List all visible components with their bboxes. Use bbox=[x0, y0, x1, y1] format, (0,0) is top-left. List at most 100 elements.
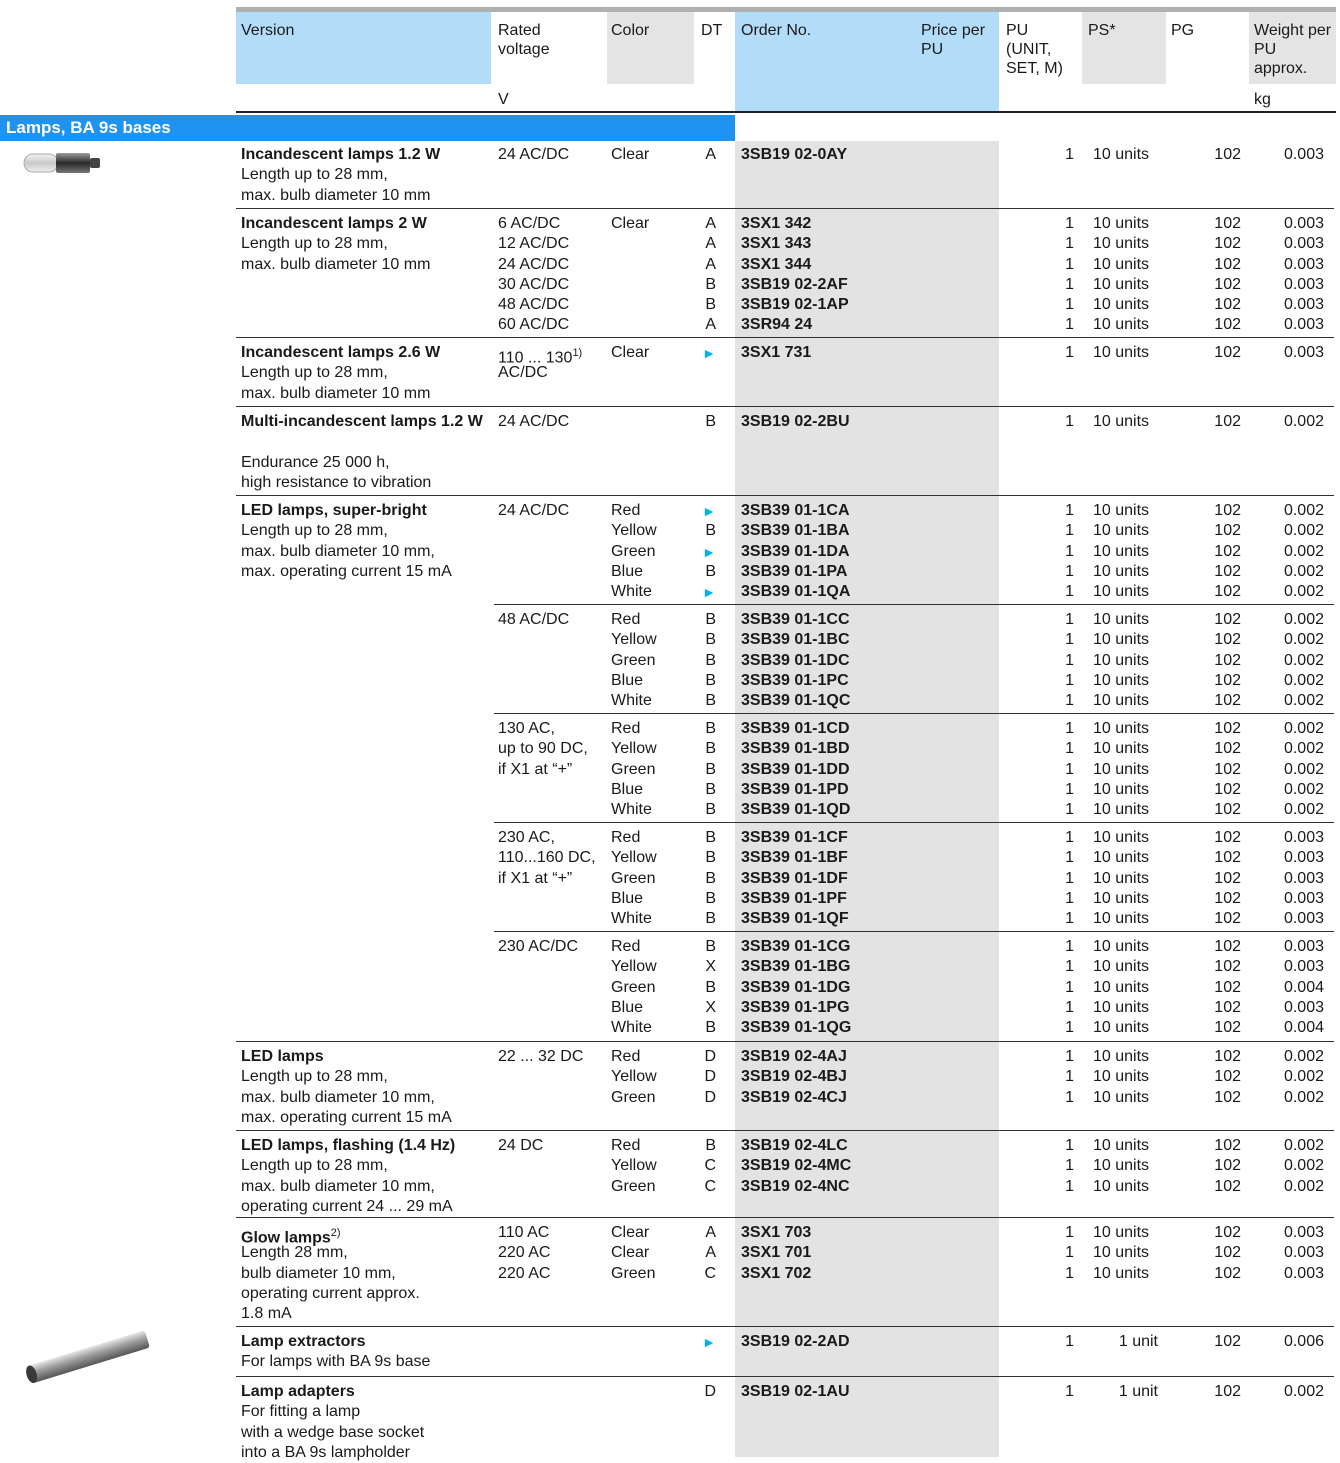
pg-value: 102 bbox=[1214, 1382, 1241, 1402]
weight-value-line: 0.002 bbox=[1283, 1088, 1324, 1106]
pg-value-line: 102 bbox=[1214, 1264, 1241, 1282]
pu-value-line: 1 bbox=[1065, 671, 1074, 689]
rated-voltage-line: 130 AC, bbox=[498, 720, 555, 737]
order-number-line: 3SB39 01-1PC bbox=[741, 671, 849, 689]
delivery-time-line: B bbox=[705, 611, 716, 628]
pu-value: 1 1 1 bbox=[1065, 1136, 1074, 1197]
delivery-time-line: A bbox=[705, 1224, 716, 1241]
pu-value: 1 1 1 bbox=[1065, 1223, 1074, 1284]
ps-value: 10 units 10 units 10 units bbox=[1093, 1047, 1149, 1108]
order-number-line: 3SX1 344 bbox=[741, 255, 812, 273]
order-number: 3SB19 02-4AJ 3SB19 02-4BJ 3SB19 02-4CJ bbox=[741, 1047, 847, 1108]
weight-value-line: 0.002 bbox=[1283, 1383, 1324, 1400]
lamp-color-line: Yellow bbox=[611, 1068, 657, 1086]
ps-value-line: 10 units bbox=[1093, 869, 1150, 887]
lamp-color-line: Red bbox=[611, 502, 641, 519]
weight-value-line: 0.002 bbox=[1283, 631, 1324, 649]
footnote-ref: 1) bbox=[572, 347, 583, 359]
pg-value-line: 102 bbox=[1214, 413, 1241, 430]
order-number-line: 3SB39 01-1QC bbox=[741, 692, 851, 710]
pu-value: 1 bbox=[1065, 412, 1074, 432]
order-number: 3SB19 02-2AD bbox=[741, 1332, 850, 1352]
product-description: Length up to 28 mm, max. bulb diameter 10… bbox=[241, 234, 430, 275]
delivery-time-line: B bbox=[705, 978, 716, 996]
product-description-line: max. bulb diameter 10 mm bbox=[241, 384, 431, 402]
pu-value: 1 1 1 1 1 bbox=[1065, 610, 1074, 711]
pu-value-line: 1 bbox=[1065, 146, 1074, 163]
pg-value: 102 102 102 102 102 bbox=[1214, 610, 1241, 711]
rated-voltage: 230 AC/DC bbox=[498, 937, 578, 957]
ps-value: 1 unit bbox=[1119, 1332, 1158, 1352]
product-title: Incandescent lamps 2.6 W bbox=[241, 343, 491, 363]
delivery-time: ► bbox=[702, 343, 716, 363]
ps-value-line: 10 units bbox=[1093, 958, 1150, 976]
pg-value: 102 102 102 102 102 bbox=[1214, 501, 1241, 602]
weight-value-line: 0.002 bbox=[1283, 651, 1324, 669]
ps-value: 10 units 10 units 10 units 10 units 10 units bbox=[1093, 937, 1149, 1038]
order-number-line: 3SB39 01-1QF bbox=[741, 910, 849, 928]
delivery-time: ► bbox=[702, 1332, 716, 1352]
delivery-time-line: B bbox=[705, 780, 716, 798]
weight-value: 0.002 bbox=[1284, 412, 1324, 432]
pg-value-line: 102 bbox=[1214, 235, 1241, 253]
product-title: Incandescent lamps 2 W bbox=[241, 214, 491, 234]
pu-value-line: 1 bbox=[1065, 692, 1074, 710]
pg-value-line: 102 bbox=[1214, 522, 1241, 540]
ps-value: 10 units 10 units 10 units 10 units 10 units bbox=[1093, 610, 1149, 711]
rated-voltage: 230 AC, 110...160 DC, if X1 at “+” bbox=[498, 828, 596, 889]
ps-value-line: 10 units bbox=[1093, 801, 1150, 819]
delivery-time: BXBXB bbox=[705, 937, 716, 1038]
product-description-line: operating current approx. bbox=[241, 1284, 420, 1302]
pg-value: 102 bbox=[1214, 412, 1241, 432]
delivery-time-line: A bbox=[705, 255, 716, 273]
weight-value: 0.003 0.003 0.003 0.003 0.003 0.003 bbox=[1284, 214, 1324, 336]
header-ps: PS* bbox=[1088, 22, 1116, 39]
pg-value: 102 102 102 bbox=[1214, 1136, 1241, 1197]
lamp-color-line: Green bbox=[611, 978, 656, 996]
product-description: Length 28 mm, bulb diameter 10 mm, operati… bbox=[241, 1243, 420, 1324]
delivery-time-line: B bbox=[705, 1137, 716, 1154]
rated-voltage-line: 110...160 DC, bbox=[498, 849, 596, 867]
product-description-line: max. bulb diameter 10 mm, bbox=[241, 1177, 435, 1195]
order-number: 3SX1 731 bbox=[741, 343, 811, 363]
pu-value: 1 1 1 1 1 1 bbox=[1065, 214, 1074, 336]
delivery-time: AAABBA bbox=[705, 214, 716, 336]
pg-value-line: 102 bbox=[1214, 611, 1241, 628]
order-number-line: 3SX1 731 bbox=[741, 344, 812, 361]
rated-voltage-line: 48 AC/DC bbox=[498, 611, 570, 628]
delivery-time-line: B bbox=[705, 651, 716, 669]
delivery-time-line: B bbox=[705, 829, 716, 846]
pu-value: 1 bbox=[1065, 343, 1074, 363]
order-number-line: 3SB39 01-1DA bbox=[741, 542, 850, 560]
pu-value-line: 1 bbox=[1065, 1019, 1074, 1037]
delivery-time: A bbox=[705, 145, 716, 165]
ps-value: 10 units bbox=[1093, 343, 1149, 363]
weight-value-line: 0.002 bbox=[1283, 1068, 1324, 1086]
pu-value-line: 1 bbox=[1065, 316, 1074, 334]
product-title: LED lamps, flashing (1.4 Hz) bbox=[241, 1136, 491, 1156]
header-pu: PU (UNIT, SET, M) bbox=[1006, 22, 1063, 77]
ps-value: 10 units bbox=[1093, 412, 1149, 432]
delivery-time-line: B bbox=[705, 760, 716, 778]
lamp-color-line: Green bbox=[611, 760, 656, 778]
pg-value-line: 102 bbox=[1214, 215, 1241, 232]
ps-value: 10 units 10 units 10 units 10 units 10 units bbox=[1093, 828, 1149, 929]
pu-value-line: 1 bbox=[1065, 522, 1074, 540]
weight-value-line: 0.003 bbox=[1283, 1244, 1324, 1262]
lamp-color-line: Yellow bbox=[611, 522, 657, 540]
pu-value-line: 1 bbox=[1065, 869, 1074, 887]
lamp-color-line: White bbox=[611, 801, 652, 819]
rated-voltage-line: 48 AC/DC bbox=[498, 296, 570, 314]
row-separator bbox=[236, 1326, 1334, 1327]
ps-value-line: 1 unit bbox=[1118, 1383, 1158, 1400]
header-version: Version bbox=[241, 22, 295, 39]
pu-value-line: 1 bbox=[1065, 1264, 1074, 1282]
pu-value: 1 bbox=[1065, 1332, 1074, 1352]
pg-value-line: 102 bbox=[1214, 1088, 1241, 1106]
weight-value-line: 0.003 bbox=[1283, 938, 1324, 955]
product-description-line: 1.8 mA bbox=[241, 1305, 292, 1323]
order-number-line: 3SR94 24 bbox=[741, 316, 813, 334]
weight-value-line: 0.002 bbox=[1283, 1048, 1324, 1065]
header-rated-voltage: Rated voltage bbox=[498, 22, 550, 58]
weight-value: 0.002 0.002 0.002 0.002 0.002 bbox=[1284, 719, 1324, 820]
